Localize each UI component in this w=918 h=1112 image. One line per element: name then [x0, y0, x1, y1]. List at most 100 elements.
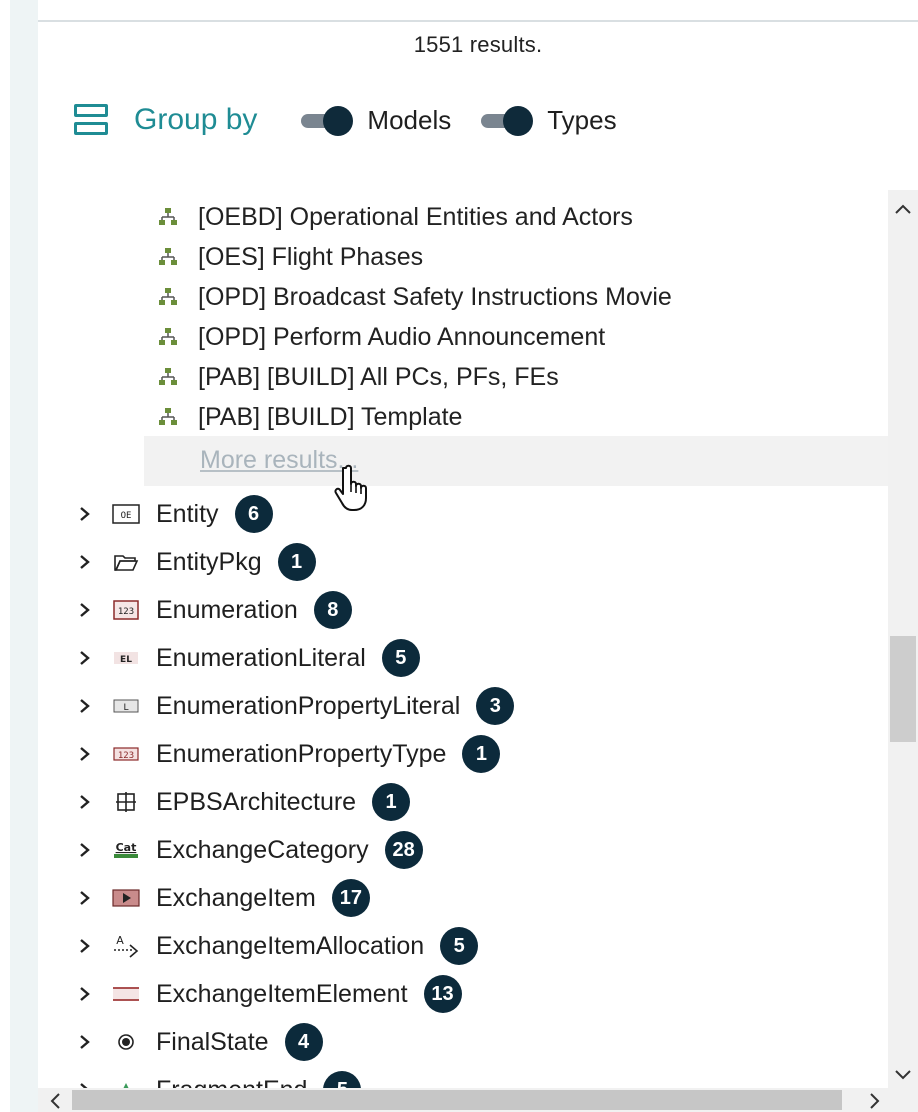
group-by-bar: Group by Models Types [72, 100, 647, 140]
group-by-icon [72, 100, 112, 140]
scroll-left-icon[interactable] [48, 1092, 62, 1110]
chevron-right-icon[interactable] [78, 890, 92, 906]
toggle-models-label: Models [367, 104, 452, 135]
scroll-up-icon[interactable] [894, 202, 912, 216]
type-label: EnumerationLiteral [156, 643, 366, 672]
count-badge: 13 [423, 975, 462, 1013]
type-label: EPBSArchitecture [156, 787, 357, 816]
type-group-exchangeitem[interactable]: ExchangeItem 17 [78, 876, 370, 920]
epbs-architecture-icon [112, 790, 140, 814]
horizontal-scrollbar[interactable] [38, 1088, 918, 1112]
model-result-label: [OEBD] Operational Entities and Actors [198, 202, 633, 231]
model-result-item[interactable]: [OEBD] Operational Entities and Actors [158, 198, 633, 236]
scroll-right-icon[interactable] [868, 1092, 882, 1110]
chevron-right-icon[interactable] [78, 554, 92, 570]
horizontal-scroll-thumb[interactable] [72, 1090, 842, 1110]
chevron-right-icon[interactable] [78, 698, 92, 714]
type-label: EnumerationPropertyType [156, 739, 447, 768]
type-label: FinalState [156, 1027, 269, 1056]
type-label: ExchangeItem [156, 883, 316, 912]
svg-text:123: 123 [118, 607, 134, 617]
model-result-item[interactable]: [PAB] [BUILD] Template [158, 398, 462, 436]
toggle-types-label: Types [547, 104, 617, 135]
type-group-enumerationliteral[interactable]: EL EnumerationLiteral 5 [78, 636, 420, 680]
count-badge: 1 [462, 735, 501, 773]
count-badge: 5 [323, 1071, 362, 1088]
results-count: 1551 results. [413, 32, 543, 57]
svg-text:Cat: Cat [116, 841, 137, 854]
type-group-entitypkg[interactable]: EntityPkg 1 [78, 540, 316, 584]
exchange-item-allocation-icon: A [112, 934, 140, 958]
type-label: ExchangeItemElement [156, 979, 408, 1008]
chevron-right-icon[interactable] [78, 506, 92, 522]
enumeration-literal-icon: EL [112, 646, 140, 670]
diagram-icon [159, 248, 177, 265]
folder-icon [112, 550, 140, 574]
type-label: EntityPkg [156, 547, 262, 576]
chevron-right-icon[interactable] [78, 986, 92, 1002]
svg-text:EL: EL [120, 655, 132, 665]
results-list: [OEBD] Operational Entities and Actors [… [38, 190, 888, 1088]
count-badge: 6 [234, 495, 273, 533]
chevron-right-icon[interactable] [78, 938, 92, 954]
type-group-exchangeitemallocation[interactable]: A ExchangeItemAllocation 5 [78, 924, 479, 968]
diagram-icon [159, 408, 177, 425]
model-result-label: [OPD] Perform Audio Announcement [198, 322, 606, 351]
fragment-end-icon [112, 1078, 140, 1088]
svg-text:A: A [116, 934, 124, 947]
diagram-icon [159, 208, 177, 225]
model-result-label: [OPD] Broadcast Safety Instructions Movi… [198, 282, 672, 311]
model-result-label: [PAB] [BUILD] All PCs, PFs, FEs [198, 362, 559, 391]
more-results-row: More results... [144, 436, 888, 486]
count-badge: 8 [313, 591, 352, 629]
vertical-scroll-thumb[interactable] [890, 636, 916, 742]
vertical-scrollbar[interactable] [888, 190, 918, 1088]
type-group-epbsarchitecture[interactable]: EPBSArchitecture 1 [78, 780, 411, 824]
type-group-exchangecategory[interactable]: Cat ExchangeCategory 28 [78, 828, 423, 872]
count-badge: 5 [381, 639, 420, 677]
type-group-fragmentend[interactable]: FragmentEnd 5 [78, 1068, 362, 1089]
toggle-types[interactable]: Types [481, 104, 617, 136]
model-result-item[interactable]: [OPD] Broadcast Safety Instructions Movi… [158, 278, 672, 316]
chevron-right-icon[interactable] [78, 1034, 92, 1050]
entity-icon: OE [112, 502, 140, 526]
final-state-icon [112, 1030, 140, 1054]
scroll-down-icon[interactable] [894, 1068, 912, 1082]
top-divider [38, 20, 918, 22]
chevron-right-icon[interactable] [78, 746, 92, 762]
chevron-right-icon[interactable] [78, 650, 92, 666]
toggle-switch[interactable] [301, 106, 359, 136]
enumeration-property-type-icon: 123 [112, 742, 140, 766]
type-group-exchangeitemelement[interactable]: ExchangeItemElement 13 [78, 972, 462, 1016]
type-label: ExchangeItemAllocation [156, 931, 425, 960]
model-result-item[interactable]: [PAB] [BUILD] All PCs, PFs, FEs [158, 358, 559, 396]
exchange-item-element-icon [112, 982, 140, 1006]
type-group-enumerationpropertytype[interactable]: 123 EnumerationPropertyType 1 [78, 732, 501, 776]
toggle-switch[interactable] [481, 106, 539, 136]
model-result-item[interactable]: [OES] Flight Phases [158, 238, 423, 276]
model-result-label: [PAB] [BUILD] Template [198, 402, 463, 431]
exchange-item-icon [112, 886, 140, 910]
type-group-enumeration[interactable]: 123 Enumeration 8 [78, 588, 352, 632]
enumeration-icon: 123 [112, 598, 140, 622]
chevron-right-icon[interactable] [78, 842, 92, 858]
diagram-icon [159, 328, 177, 345]
type-label: Entity [156, 499, 219, 528]
toggle-models[interactable]: Models [301, 105, 451, 136]
count-badge: 1 [372, 783, 411, 821]
chevron-right-icon[interactable] [78, 794, 92, 810]
type-label: FragmentEnd [156, 1076, 307, 1089]
svg-text:OE: OE [121, 511, 132, 521]
diagram-icon [159, 368, 177, 385]
group-by-label: Group by [134, 103, 258, 136]
svg-text:L: L [123, 703, 128, 713]
model-result-item[interactable]: [OPD] Perform Audio Announcement [158, 318, 605, 356]
model-result-label: [OES] Flight Phases [198, 242, 424, 271]
chevron-right-icon[interactable] [78, 602, 92, 618]
exchange-category-icon: Cat [112, 838, 140, 862]
count-badge: 1 [277, 543, 316, 581]
type-group-enumerationpropertyliteral[interactable]: L EnumerationPropertyLiteral 3 [78, 684, 515, 728]
type-group-entity[interactable]: OE Entity 6 [78, 492, 273, 536]
type-label: ExchangeCategory [156, 835, 369, 864]
type-group-finalstate[interactable]: FinalState 4 [78, 1020, 323, 1064]
